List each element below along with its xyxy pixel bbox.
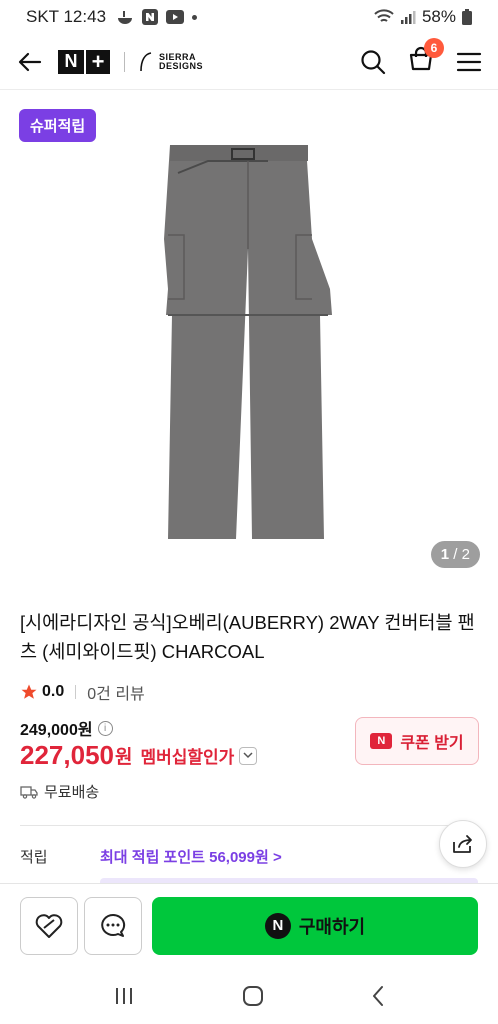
- back-button[interactable]: [16, 48, 44, 76]
- points-value: 최대 적립 포인트 56,099원 >: [100, 849, 282, 866]
- chevron-down-icon: [243, 752, 253, 759]
- chat-bubble-icon: [101, 913, 126, 937]
- battery-percent: 58%: [421, 7, 456, 26]
- logo-plus: +: [86, 49, 110, 74]
- product-image-gallery[interactable]: 슈퍼적립 1 / 2: [0, 91, 498, 581]
- share-icon: [453, 835, 472, 853]
- mountain-arc-icon: [140, 51, 152, 71]
- truck-icon: [20, 785, 38, 799]
- signal-icon: [400, 11, 416, 24]
- share-button[interactable]: [439, 820, 487, 868]
- shipping-row: 무료배송: [20, 781, 99, 802]
- cart-count-badge: 6: [424, 38, 444, 58]
- member-price-dropdown[interactable]: [239, 746, 258, 765]
- pager-total: 2: [461, 546, 470, 563]
- more-notifications-dot-icon: [192, 14, 198, 20]
- wishlist-button[interactable]: [20, 896, 78, 955]
- heart-icon: [35, 913, 63, 938]
- buy-label: 구매하기: [298, 916, 366, 937]
- cart-button[interactable]: 6: [408, 38, 444, 77]
- member-price-label: 멤버십할인가: [140, 748, 235, 767]
- status-time: SKT 12:43: [26, 7, 107, 26]
- food-delivery-icon: [118, 11, 133, 24]
- original-price-row: 249,000원 i: [20, 716, 113, 740]
- app-header: N + SIERRA DESIGNS 6: [0, 34, 498, 90]
- naver-coupon-icon: N: [370, 733, 393, 749]
- wifi-icon: [374, 9, 394, 22]
- battery-icon: [462, 9, 472, 25]
- sierra-designs-logo[interactable]: SIERRA DESIGNS: [139, 51, 204, 72]
- review-count: 0건 리뷰: [87, 686, 145, 703]
- shipping-text: 무료배송: [44, 784, 100, 801]
- sale-price: 227,050: [20, 740, 114, 770]
- product-title: [시에라디자인 공식]오베리(AUBERRY) 2WAY 컨버터블 팬츠 (세미…: [20, 612, 475, 662]
- star-icon: [21, 684, 37, 699]
- naver-icon: [142, 9, 159, 25]
- buy-button[interactable]: N 구매하기: [152, 896, 478, 955]
- product-image-pants: [164, 145, 332, 539]
- youtube-icon: [166, 10, 185, 24]
- logo-divider: [124, 51, 125, 72]
- points-row[interactable]: 적립 최대 적립 포인트 56,099원 >: [20, 846, 282, 867]
- rating-score: 0.0: [42, 683, 65, 700]
- points-label: 적립: [20, 849, 48, 866]
- designs-text: DESIGNS: [159, 60, 204, 71]
- sale-currency: 원: [114, 747, 133, 768]
- arrow-left-icon: [18, 52, 42, 71]
- super-points-badge: 슈퍼적립: [19, 109, 97, 142]
- nplus-logo[interactable]: N +: [58, 49, 110, 74]
- pager-separator: /: [449, 546, 462, 563]
- status-bar: SKT 12:43 58%: [0, 0, 498, 34]
- image-pager: 1 / 2: [430, 541, 480, 568]
- system-back-icon[interactable]: [371, 985, 385, 1007]
- section-divider: [20, 825, 478, 826]
- recent-apps-icon[interactable]: [113, 986, 135, 1006]
- chat-inquiry-button[interactable]: [84, 896, 142, 955]
- home-icon[interactable]: [242, 985, 264, 1007]
- search-icon[interactable]: [360, 49, 386, 75]
- pager-current: 1: [440, 546, 450, 563]
- system-nav-bar: [0, 967, 498, 1024]
- original-price: 249,000원: [20, 722, 93, 739]
- coupon-label: 쿠폰 받기: [400, 735, 464, 752]
- rating-divider: [75, 685, 77, 699]
- coupon-button[interactable]: N 쿠폰 받기: [355, 717, 479, 765]
- price-info-icon[interactable]: i: [97, 720, 113, 736]
- naver-pay-icon: N: [264, 912, 291, 939]
- rating-row[interactable]: 0.0 0건 리뷰: [20, 680, 145, 704]
- bottom-action-bar: N 구매하기: [0, 883, 498, 967]
- hamburger-menu-icon[interactable]: [456, 51, 482, 73]
- logo-n: N: [58, 49, 84, 74]
- sale-price-row: 227,050 원 멤버십할인가: [20, 740, 258, 771]
